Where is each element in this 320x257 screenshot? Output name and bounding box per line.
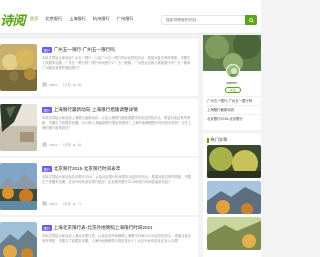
nav-item-hangzhou[interactable]: 杭州限行: [93, 16, 110, 22]
article-title[interactable]: 北京限行2015-北京限行时间表年: [54, 166, 121, 172]
article-author[interactable]: admin: [49, 202, 58, 206]
article-title[interactable]: 上海限行最新动向-上海限行措施调整详情: [54, 107, 138, 113]
article-title[interactable]: 上海北京限行表-北京外地牌照上海限行时间2021: [54, 225, 153, 231]
article-date: 2天前: [62, 202, 71, 206]
eye-icon: ◉: [72, 82, 76, 87]
article-thumbnail[interactable]: [0, 222, 37, 257]
avatar: [42, 201, 47, 206]
hot-article-thumbnail[interactable]: [207, 145, 261, 178]
author-name[interactable]: admin: [203, 80, 261, 85]
main-nav: 首页 北京限行 上海限行 杭州限行 广州限行: [30, 16, 140, 22]
nav-item-guangzhou[interactable]: 广州限行: [117, 16, 134, 22]
avatar: [42, 142, 47, 147]
article-thumbnail[interactable]: [0, 104, 37, 151]
article-card[interactable]: 限行 北京限行2015-北京限行时间表年 本篇文章给大家谈谈北京限行2015，以…: [0, 158, 198, 215]
article-views: 58: [77, 82, 82, 87]
article-card[interactable]: 限行 广州五一限行-广州五一限行吗 本篇文章给大家谈谈广州五一限行，以及广州五一…: [0, 39, 198, 96]
category-tag[interactable]: 限行: [42, 47, 52, 54]
article-thumbnail[interactable]: [0, 44, 37, 91]
article-thumbnail[interactable]: [0, 163, 37, 210]
hot-articles-title: 热门文章: [210, 137, 228, 142]
article-card[interactable]: 限行 上海北京限行表-北京外地牌照上海限行时间2021 本篇文章给大家谈谈上海北…: [0, 217, 198, 257]
article-views: 64: [77, 142, 82, 147]
title-accent-bar: [207, 137, 209, 143]
article-card[interactable]: 限行 上海限行最新动向-上海限行措施调整详情 本篇文章给大家谈谈上海限行最新动向…: [0, 99, 198, 156]
hot-article-thumbnail[interactable]: [207, 217, 261, 250]
article-excerpt: 本篇文章给大家谈谈北京限行2015，以及北京限行时间表年对应的知识点，希望对各位…: [42, 175, 192, 184]
hot-articles-widget: 热门文章: [203, 133, 261, 257]
search-button[interactable]: [245, 15, 257, 25]
nav-item-beijing[interactable]: 北京限行: [45, 16, 62, 22]
site-header: 诗阅 首页 北京限行 上海限行 杭州限行 广州限行: [0, 0, 261, 34]
nav-item-home[interactable]: 首页: [30, 16, 38, 22]
article-excerpt: 本篇文章给大家谈谈上海北京限行表，以及北京外地牌照上海限行时间2021对应的知识…: [42, 234, 192, 243]
article-views: 71: [77, 201, 82, 206]
article-excerpt: 本篇文章给大家谈谈上海限行最新动向，以及上海限行措施调整详情对应的知识点，希望对…: [42, 116, 192, 130]
category-tag[interactable]: 限行: [42, 107, 52, 114]
meta-separator: ·: [59, 82, 61, 87]
follow-button[interactable]: 关注: [225, 87, 241, 93]
author-card: admin 关注 广州五一限行-广州五一限行吗 上海限行最新动向 北京限行201…: [203, 35, 261, 130]
category-tag[interactable]: 限行: [42, 166, 52, 173]
article-meta: admin · 2天前 ◉ 71: [42, 201, 81, 206]
article-meta: admin · 1天前 ◉ 58: [42, 82, 81, 87]
article-author[interactable]: admin: [49, 143, 58, 147]
sidebar-link[interactable]: 上海限行最新动向: [207, 105, 261, 114]
meta-separator: ·: [59, 142, 61, 147]
meta-separator: ·: [59, 201, 61, 206]
eye-icon: ◉: [72, 142, 76, 147]
article-meta: admin · 1天前 ◉ 64: [42, 142, 81, 147]
hot-article-thumbnail[interactable]: [207, 181, 261, 214]
sidebar-link[interactable]: 广州五一限行-广州五一限行吗: [207, 96, 261, 105]
search-icon: [248, 17, 254, 23]
avatar: [42, 82, 47, 87]
avatar[interactable]: [226, 64, 240, 78]
sidebar-link-list: 广州五一限行-广州五一限行吗 上海限行最新动向 北京限行2015-北京限行: [207, 96, 261, 123]
article-excerpt: 本篇文章给大家谈谈广州五一限行，以及广州五一限行吗对应的知识点，希望对各位有所帮…: [42, 56, 191, 70]
sidebar-link[interactable]: 北京限行2015-北京限行: [207, 114, 261, 123]
nav-item-shanghai[interactable]: 上海限行: [69, 16, 86, 22]
site-logo[interactable]: 诗阅: [0, 10, 26, 29]
category-tag[interactable]: 限行: [42, 225, 52, 232]
article-author[interactable]: admin: [49, 83, 58, 87]
article-date: 1天前: [62, 143, 71, 147]
article-date: 1天前: [62, 83, 71, 87]
search-input[interactable]: [161, 15, 245, 25]
article-title[interactable]: 广州五一限行-广州五一限行吗: [54, 47, 115, 53]
eye-icon: ◉: [72, 201, 76, 206]
